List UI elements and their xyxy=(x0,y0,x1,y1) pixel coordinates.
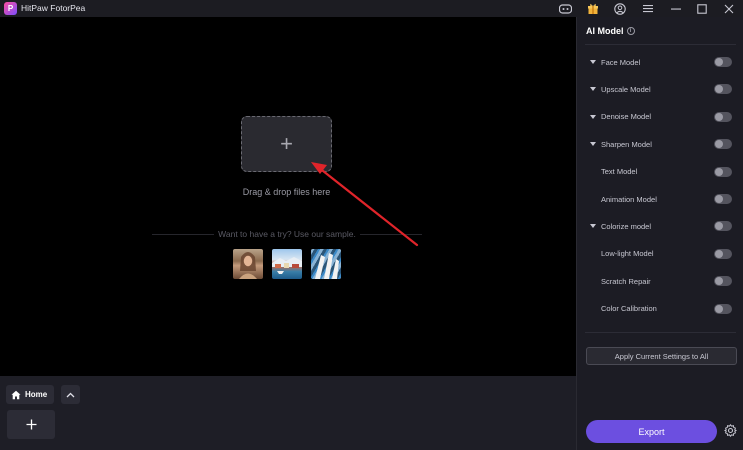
model-toggle[interactable] xyxy=(714,84,732,95)
apply-settings-button[interactable]: Apply Current Settings to All xyxy=(586,347,737,365)
drop-canvas[interactable]: + Drag & drop files here Want to have a … xyxy=(0,17,576,376)
discord-icon[interactable] xyxy=(557,1,573,16)
model-label: Scratch Repair xyxy=(601,276,651,286)
chevron-up-icon xyxy=(66,392,75,397)
collapse-button[interactable] xyxy=(61,385,80,404)
close-icon[interactable] xyxy=(721,1,737,16)
gear-icon[interactable] xyxy=(723,423,737,438)
plus-icon xyxy=(26,419,36,430)
caret-down-icon[interactable] xyxy=(590,60,596,64)
model-row[interactable]: Face Model xyxy=(577,55,743,69)
model-toggle[interactable] xyxy=(714,111,732,122)
model-toggle[interactable] xyxy=(714,221,732,232)
caret-down-icon[interactable] xyxy=(590,114,596,119)
model-toggle[interactable] xyxy=(714,276,732,287)
model-toggle[interactable] xyxy=(714,303,732,314)
model-toggle[interactable] xyxy=(714,57,732,67)
annotation-arrow xyxy=(311,162,419,247)
panel-title: AI Model i xyxy=(586,26,635,36)
model-toggle[interactable] xyxy=(714,166,732,177)
model-toggle[interactable] xyxy=(714,248,732,259)
panel-divider xyxy=(585,44,736,45)
caret-down-icon[interactable] xyxy=(590,224,596,229)
model-label: Color Calibration xyxy=(601,304,657,314)
home-tab-label: Home xyxy=(25,390,48,399)
model-row[interactable]: Low-light Model xyxy=(577,247,743,261)
model-row[interactable]: Color Calibration xyxy=(577,302,743,316)
account-icon[interactable] xyxy=(612,1,628,16)
model-label: Denoise Model xyxy=(601,112,652,122)
model-toggle[interactable] xyxy=(714,194,732,204)
model-label: Sharpen Model xyxy=(601,139,652,149)
model-row[interactable]: Denoise Model xyxy=(577,110,743,124)
info-icon[interactable]: i xyxy=(626,27,635,35)
model-label: Low-light Model xyxy=(601,249,654,259)
model-label: Animation Model xyxy=(601,194,657,204)
home-icon xyxy=(11,390,21,399)
export-button[interactable]: Export xyxy=(586,420,717,443)
model-row[interactable]: Scratch Repair xyxy=(577,274,743,288)
model-label: Text Model xyxy=(601,167,638,177)
panel-title-label: AI Model xyxy=(586,26,624,36)
model-row[interactable]: Animation Model xyxy=(577,192,743,206)
model-row[interactable]: Upscale Model xyxy=(577,82,743,96)
title-bar: P HitPaw FotorPea xyxy=(0,0,743,17)
model-row[interactable]: Sharpen Model xyxy=(577,137,743,151)
add-file-button[interactable] xyxy=(7,410,55,439)
panel-divider xyxy=(585,332,736,333)
model-label: Face Model xyxy=(601,57,641,67)
ai-model-panel: AI Model i Face Model Upscale Model Denois… xyxy=(576,17,743,450)
maximize-icon[interactable] xyxy=(694,1,710,16)
model-row[interactable]: Colorize model xyxy=(577,219,743,233)
minimize-icon[interactable] xyxy=(668,1,684,16)
bottom-bar: Home xyxy=(0,376,576,450)
model-label: Colorize model xyxy=(601,221,652,231)
caret-down-icon[interactable] xyxy=(590,142,596,147)
model-label: Upscale Model xyxy=(601,84,651,94)
model-row[interactable]: Text Model xyxy=(577,165,743,179)
model-toggle[interactable] xyxy=(714,139,732,150)
app-logo-icon: P xyxy=(4,2,17,15)
menu-icon[interactable] xyxy=(640,1,656,16)
caret-down-icon[interactable] xyxy=(590,87,596,92)
home-tab-button[interactable]: Home xyxy=(6,385,54,404)
gift-icon[interactable] xyxy=(585,1,601,16)
app-title: HitPaw FotorPea xyxy=(21,3,86,13)
